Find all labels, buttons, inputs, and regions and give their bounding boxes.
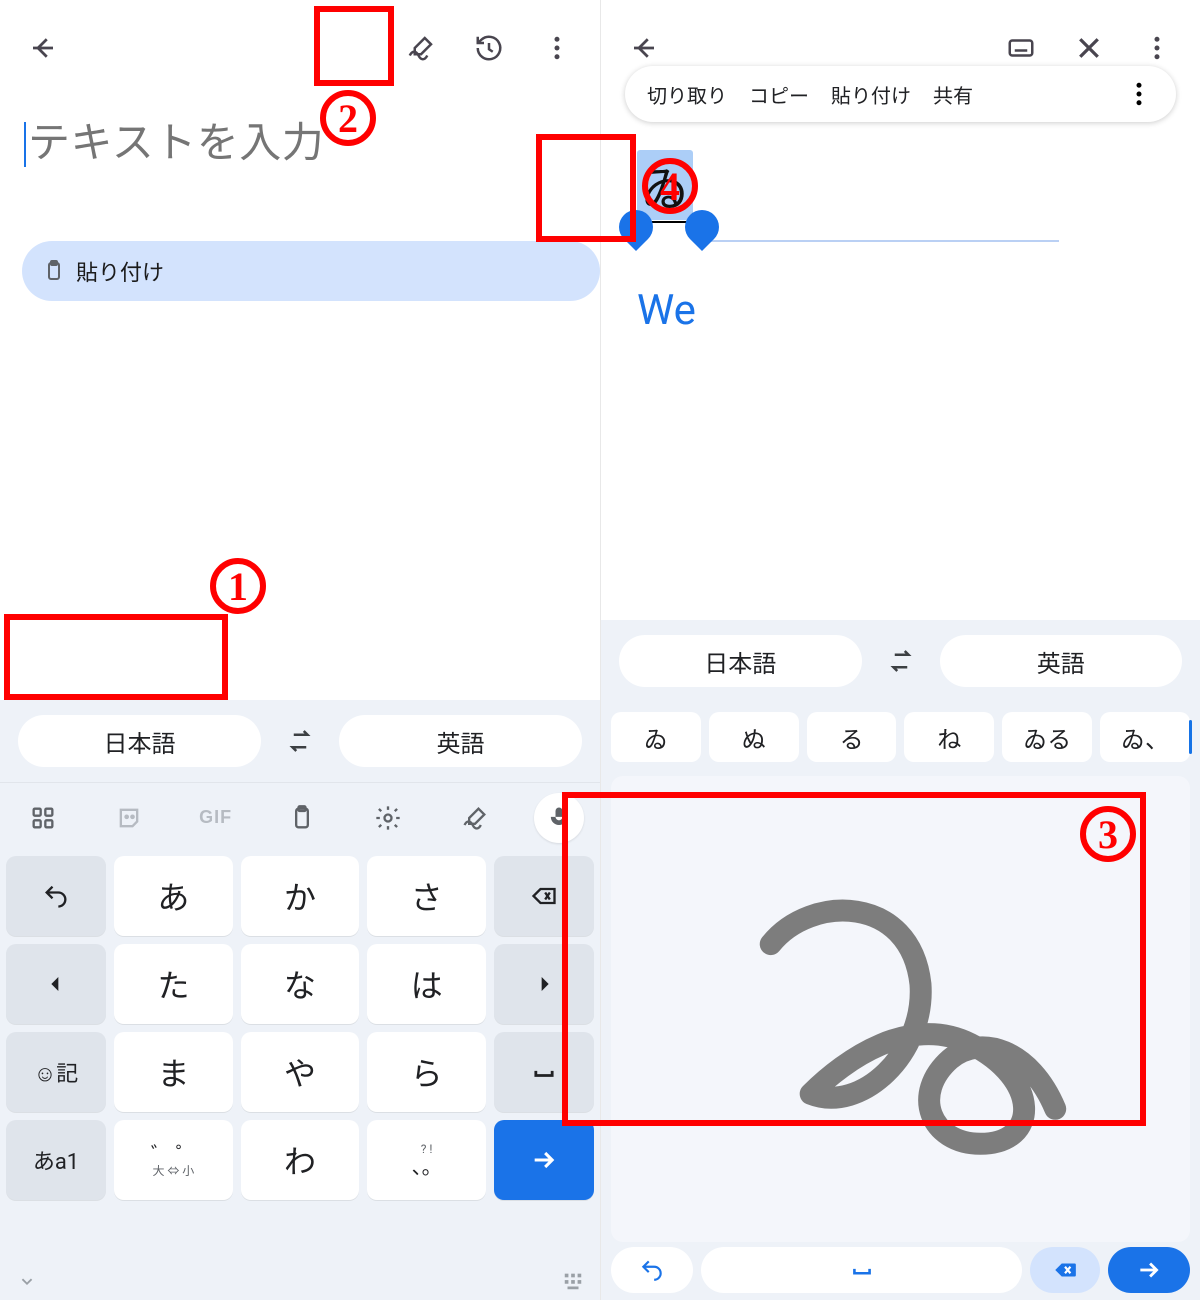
handwriting-edit-icon[interactable] [448, 791, 502, 845]
langbar-left: 日本語 英語 [0, 700, 600, 782]
hw-backspace[interactable] [1030, 1247, 1100, 1293]
sticker-icon[interactable] [102, 791, 156, 845]
ctx-more-icon[interactable] [1124, 79, 1154, 109]
backspace-filled-icon [1052, 1257, 1078, 1283]
backspace-key[interactable] [494, 856, 594, 936]
dakuten-key[interactable]: ゛ ゜ 大 ⇔ 小 [114, 1120, 233, 1200]
arrow-right-icon [530, 1146, 558, 1174]
left-pane: テキストを入力 貼り付け 日本語 英語 [0, 0, 600, 1300]
undo-key[interactable] [6, 856, 106, 936]
lang-english[interactable]: 英語 [940, 635, 1183, 687]
paste-chip[interactable]: 貼り付け [22, 241, 600, 301]
text-input-area[interactable]: テキストを入力 [0, 96, 600, 171]
cand-0[interactable]: ゐ [611, 712, 701, 762]
caret-right-icon [530, 970, 558, 998]
key-ya[interactable]: や [241, 1032, 360, 1112]
gif-button[interactable]: GIF [189, 791, 243, 845]
apps-grid-icon[interactable] [16, 791, 70, 845]
key-na[interactable]: な [241, 944, 360, 1024]
ctx-share[interactable]: 共有 [933, 80, 973, 109]
key-sa[interactable]: さ [367, 856, 486, 936]
key-ra[interactable]: ら [367, 1032, 486, 1112]
ctx-cut[interactable]: 切り取り [647, 80, 727, 109]
ctx-paste[interactable]: 貼り付け [831, 80, 911, 109]
lang-japanese[interactable]: 日本語 [619, 635, 862, 687]
key-ha[interactable]: は [367, 944, 486, 1024]
hw-space[interactable] [701, 1247, 1022, 1293]
keyboard-grid-icon[interactable] [562, 1270, 584, 1292]
translate-suggestion[interactable]: We [637, 286, 696, 335]
swap-icon[interactable] [874, 646, 928, 676]
clipboard-icon[interactable] [275, 791, 329, 845]
right-pane: 切り取り コピー 貼り付け 共有 ゐ We 日本語 英語 [600, 0, 1200, 1300]
key-wa[interactable]: わ [241, 1120, 360, 1200]
hw-undo[interactable] [611, 1247, 693, 1293]
lang-japanese[interactable]: 日本語 [18, 715, 261, 767]
keypad-12key: あ か さ た な は ☺記 ま や ら あa1 ゛ ゜ 大 ⇔ 小 わ [0, 852, 600, 1262]
hw-go[interactable] [1108, 1247, 1190, 1293]
mode-key[interactable]: あa1 [6, 1120, 106, 1200]
context-menu: 切り取り コピー 貼り付け 共有 [625, 66, 1176, 122]
text-placeholder: テキストを入力 [28, 118, 572, 171]
swap-icon[interactable] [273, 726, 327, 756]
cand-4[interactable]: ゐる [1002, 712, 1092, 762]
lang-english[interactable]: 英語 [339, 715, 582, 767]
undo-icon [639, 1257, 665, 1283]
mic-icon[interactable] [534, 793, 584, 843]
caret-left-icon [42, 970, 70, 998]
kb-footer [0, 1262, 600, 1300]
caret-right-key[interactable] [494, 944, 594, 1024]
gear-icon[interactable] [361, 791, 415, 845]
backspace-icon [530, 882, 558, 910]
key-ka[interactable]: か [241, 856, 360, 936]
key-ma[interactable]: ま [114, 1032, 233, 1112]
input-underline [699, 240, 1059, 242]
space-key[interactable] [494, 1032, 594, 1112]
key-ta[interactable]: た [114, 944, 233, 1024]
back-arrow-icon[interactable] [14, 19, 72, 77]
candidate-bar: ゐ ぬ る ね ゐる ゐ、 [601, 702, 1200, 772]
keyboard-toolbar: GIF [0, 782, 600, 852]
dakuten-main: ゛ ゜ [151, 1142, 196, 1166]
selected-text: ゐ [637, 150, 693, 220]
cand-3[interactable]: ね [904, 712, 994, 762]
key-a[interactable]: あ [114, 856, 233, 936]
more-vert-icon[interactable] [528, 19, 586, 77]
chevron-down-icon[interactable] [16, 1270, 38, 1292]
punct-key[interactable]: ? ! 、。 [367, 1120, 486, 1200]
langbar-right: 日本語 英語 [601, 620, 1200, 702]
undo-icon [42, 882, 70, 910]
cand-5[interactable]: ゐ、 [1100, 712, 1190, 762]
arrow-right-icon [1136, 1257, 1162, 1283]
enter-key[interactable] [494, 1120, 594, 1200]
symbol-key[interactable]: ☺記 [6, 1032, 106, 1112]
handwriting-stroke [611, 776, 1190, 1242]
appbar-left [0, 0, 600, 96]
history-icon[interactable] [460, 19, 518, 77]
caret-left-key[interactable] [6, 944, 106, 1024]
cand-2[interactable]: る [807, 712, 897, 762]
hw-footer [611, 1242, 1190, 1300]
punct-main: 、。 [412, 1155, 442, 1179]
space-bar-icon [530, 1058, 558, 1086]
paste-chip-label: 貼り付け [76, 255, 164, 287]
dakuten-sub: 大 ⇔ 小 [151, 1165, 196, 1178]
space-bar-icon [849, 1257, 875, 1283]
ctx-copy[interactable]: コピー [749, 80, 809, 109]
hw-wrap [601, 772, 1200, 1300]
handwriting-pad[interactable] [611, 776, 1190, 1242]
clipboard-icon [42, 259, 66, 283]
handwriting-edit-icon[interactable] [392, 19, 450, 77]
cand-1[interactable]: ぬ [709, 712, 799, 762]
selected-text-area[interactable]: ゐ [637, 150, 693, 220]
